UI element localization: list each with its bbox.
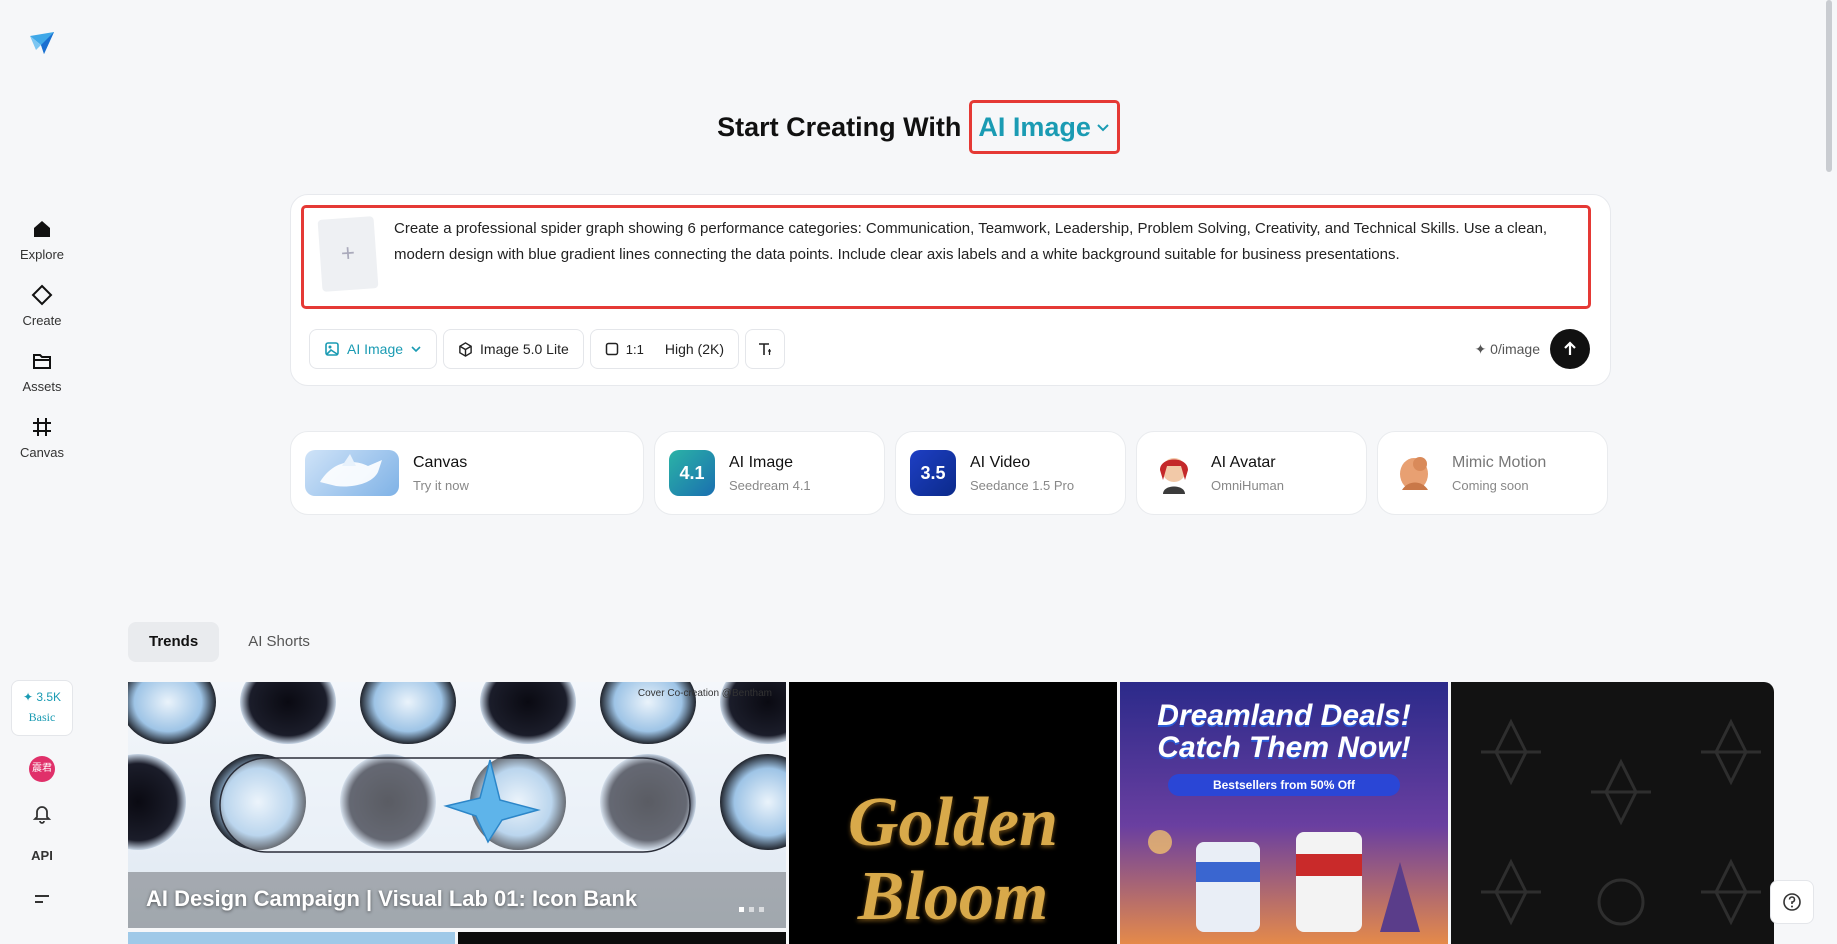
prompt-toolbar: AI Image Image 5.0 Lite 1:1 High (2K) [309, 329, 785, 369]
feature-title: Canvas [413, 453, 468, 471]
feature-title: Mimic Motion [1452, 453, 1547, 471]
bell-icon[interactable] [31, 802, 53, 824]
upload-reference-button[interactable]: + [317, 216, 379, 292]
feature-card-ai-avatar[interactable]: AI Avatar OmniHuman [1136, 431, 1367, 515]
canvas-icon [33, 418, 51, 436]
chevron-down-icon [411, 346, 421, 353]
pegasus-thumbnail [305, 450, 399, 496]
question-icon [1783, 893, 1801, 911]
gallery-card-leather-pattern[interactable] [1451, 682, 1774, 944]
prompt-text[interactable]: Create a professional spider graph showi… [394, 216, 1574, 268]
prompt-card: + Create a professional spider graph sho… [290, 194, 1611, 386]
sidebar-item-assets[interactable]: Assets [0, 350, 84, 396]
feature-subtitle: Try it now [413, 477, 469, 493]
feature-title: AI Image [729, 453, 794, 471]
help-button[interactable] [1770, 880, 1814, 924]
diamond-icon [31, 284, 53, 306]
gallery-card-row2-mid[interactable] [458, 932, 786, 944]
carousel-dots [739, 907, 764, 912]
sidebar-item-label: Canvas [19, 445, 65, 460]
feature-subtitle: Seedance 1.5 Pro [970, 477, 1075, 493]
product-cans-image [1148, 830, 1420, 932]
text-style-button[interactable] [744, 329, 785, 369]
tab-trends[interactable]: Trends [128, 622, 220, 662]
gallery-grid: Cover Co-creation @Bentham AI Design Cam… [128, 682, 1774, 944]
cube-icon [459, 341, 472, 357]
mode-select-label: AI Image [347, 341, 404, 357]
plan-tier: Basic [28, 710, 56, 724]
quality-label: High (2K) [664, 341, 724, 357]
sidebar-item-label: Assets [22, 379, 62, 394]
folder-icon [33, 354, 51, 369]
credits-amount: ✦ 3.5K [22, 690, 62, 704]
tab-ai-shorts[interactable]: AI Shorts [227, 622, 331, 662]
sidebar-item-create[interactable]: Create [0, 284, 84, 330]
ratio-label: 1:1 [625, 341, 644, 357]
home-icon [34, 221, 50, 237]
feature-card-canvas[interactable]: Canvas Try it now [290, 431, 644, 515]
feature-card-mimic-motion[interactable]: Mimic Motion Coming soon [1377, 431, 1608, 515]
prompt-input[interactable]: + Create a professional spider graph sho… [301, 205, 1591, 309]
api-link[interactable]: API [0, 848, 84, 863]
arrow-up-icon [1564, 341, 1576, 355]
mode-dropdown-label: AI Image [978, 111, 1091, 142]
feature-card-ai-image[interactable]: 4.1 AI Image Seedream 4.1 [654, 431, 885, 515]
feature-row: Canvas Try it now 4.1 AI Image Seedream … [290, 431, 1608, 515]
cost-indicator: ✦ 0/image [1474, 341, 1540, 357]
golden-bloom-text: Golden Bloom [848, 784, 1058, 935]
feature-title: AI Video [970, 453, 1031, 471]
text-format-icon [758, 343, 771, 355]
credits-badge[interactable]: ✦ 3.5K Basic [11, 680, 73, 736]
feature-card-ai-video[interactable]: 3.5 AI Video Seedance 1.5 Pro [895, 431, 1126, 515]
monogram-pattern-image [1481, 718, 1761, 926]
avatar-thumbnail [1151, 450, 1197, 496]
image-icon [325, 342, 339, 356]
feature-subtitle: Coming soon [1452, 477, 1529, 493]
mode-dropdown[interactable]: AI Image [969, 100, 1120, 154]
seedream-badge: 4.1 [669, 450, 715, 496]
gallery-card-golden-bloom[interactable]: Golden Bloom [789, 682, 1117, 944]
ratio-quality-select[interactable]: 1:1 High (2K) [589, 329, 739, 369]
send-button[interactable] [1550, 329, 1590, 369]
seedance-badge: 3.5 [910, 450, 956, 496]
chevron-down-icon [1097, 124, 1109, 132]
sidebar-item-label: Create [22, 313, 62, 328]
cover-credit: Cover Co-creation @Bentham [637, 688, 772, 699]
feature-subtitle: Seedream 4.1 [729, 477, 811, 493]
menu-icon[interactable] [32, 890, 52, 910]
gallery-card-title: AI Design Campaign | Visual Lab 01: Icon… [146, 886, 638, 911]
gallery-card-dreamland-deals[interactable]: Dreamland Deals! Catch Them Now! Bestsel… [1120, 682, 1448, 944]
page-title: Start Creating With [717, 111, 962, 142]
dreamland-subtitle: Bestsellers from 50% Off [1168, 774, 1400, 796]
feature-subtitle: OmniHuman [1211, 477, 1284, 493]
model-select-label: Image 5.0 Lite [480, 341, 569, 357]
dreamland-title: Dreamland Deals! Catch Them Now! [1157, 699, 1411, 764]
gallery-card-row2-left[interactable] [128, 932, 455, 944]
avatar[interactable]: 震君 [29, 756, 55, 782]
feature-title: AI Avatar [1211, 453, 1276, 471]
mode-select[interactable]: AI Image [309, 329, 438, 369]
app-logo-icon[interactable] [26, 28, 58, 60]
sidebar-item-canvas[interactable]: Canvas [0, 416, 84, 462]
mimic-thumbnail [1392, 450, 1438, 496]
square-ratio-icon [605, 342, 619, 356]
gallery-tabs: Trends AI Shorts [128, 622, 331, 662]
page-scrollbar[interactable] [1826, 0, 1832, 172]
gallery-card-design-campaign[interactable]: Cover Co-creation @Bentham AI Design Cam… [128, 682, 786, 928]
sidebar-item-explore[interactable]: Explore [0, 218, 84, 264]
sidebar-item-label: Explore [19, 247, 65, 262]
model-select[interactable]: Image 5.0 Lite [443, 329, 584, 369]
page-heading: Start Creating With AI Image [0, 100, 1837, 154]
